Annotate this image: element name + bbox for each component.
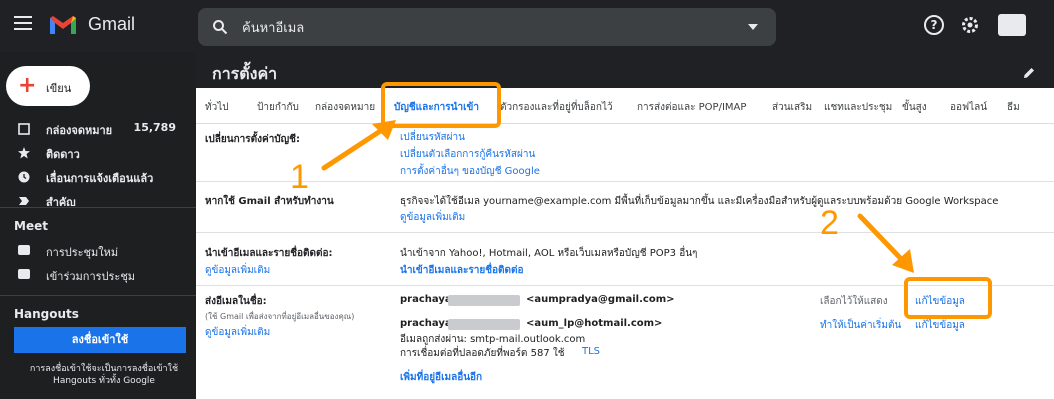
arrow-annotation-2 bbox=[857, 213, 914, 273]
annotation-step-1: 1 bbox=[290, 158, 309, 196]
annotation-step-2: 2 bbox=[820, 204, 839, 242]
